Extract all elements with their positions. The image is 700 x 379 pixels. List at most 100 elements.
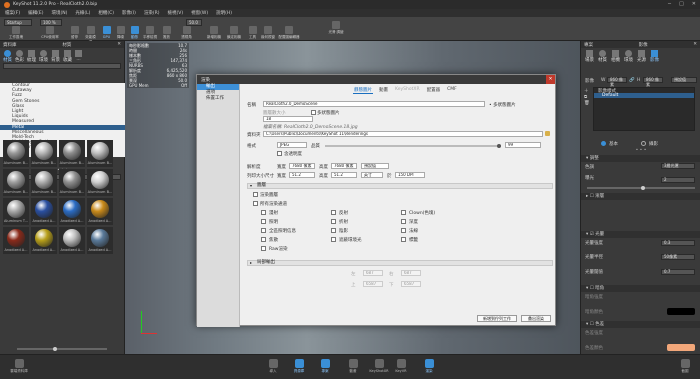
region-bottom-input[interactable]: 6587 bbox=[401, 281, 421, 287]
pass-checkbox[interactable] bbox=[311, 110, 316, 115]
image-height-input[interactable]: 860 像素 bbox=[643, 77, 663, 86]
lock-camera-button[interactable]: 鎖定相機 bbox=[226, 26, 242, 40]
material-thumbnail[interactable]: Anodized A... bbox=[87, 227, 113, 254]
add-to-queue-button[interactable]: 新增到佇列工作 bbox=[477, 315, 517, 322]
gpu-button[interactable]: GPU bbox=[100, 26, 113, 39]
pass-checkbox[interactable] bbox=[331, 210, 336, 215]
tab-more[interactable]: ... bbox=[75, 50, 82, 62]
tab-keyshotxr[interactable]: KeyShotXR bbox=[394, 87, 421, 94]
material-thumbnail[interactable]: Aluminum T... bbox=[3, 198, 29, 225]
folder-browse-icon[interactable] bbox=[545, 131, 550, 136]
material-thumbnail[interactable]: Anodized A... bbox=[59, 198, 85, 225]
pause-button[interactable]: 暫停 bbox=[68, 26, 81, 40]
mode-photo-radio[interactable] bbox=[641, 141, 646, 146]
dialog-close-button[interactable]: ✕ bbox=[546, 75, 555, 84]
menu-edit[interactable]: 編輯(E) bbox=[28, 10, 43, 16]
section-vignette[interactable]: ▾ ☐ 暗角 bbox=[581, 285, 700, 292]
menu-view[interactable]: 檢視(V) bbox=[168, 10, 184, 16]
unit-select[interactable]: 英寸 bbox=[361, 172, 383, 178]
keyshotxr-button[interactable]: KeyShotXR bbox=[368, 359, 390, 373]
pass-checkbox[interactable] bbox=[331, 237, 336, 242]
menu-lighting[interactable]: 光線(L) bbox=[75, 10, 90, 16]
smooth-button[interactable]: 光滑 調變 bbox=[328, 21, 344, 35]
tab-image[interactable]: 影像 bbox=[650, 50, 659, 63]
menu-render[interactable]: 渲染(R) bbox=[144, 10, 160, 16]
import-button[interactable]: 導入 bbox=[264, 359, 282, 374]
resolution-preset-select[interactable]: 預設值 bbox=[361, 163, 389, 169]
tools-button[interactable]: 工具 bbox=[246, 26, 259, 40]
dpi-select[interactable]: 150 DPI bbox=[395, 172, 425, 178]
add-camera-button[interactable]: 新增相機 bbox=[206, 26, 222, 40]
render-submit-button[interactable]: 彙出渲染 bbox=[521, 315, 551, 322]
tab-scene[interactable]: 場景 bbox=[585, 50, 594, 63]
pass-checkbox[interactable] bbox=[401, 210, 406, 215]
menu-image[interactable]: 影像(I) bbox=[122, 10, 136, 16]
pass-checkbox[interactable] bbox=[261, 246, 266, 251]
region-top-input[interactable]: 6587 bbox=[363, 281, 383, 287]
material-thumbnail[interactable]: Aluminum B... bbox=[31, 169, 57, 196]
bloom-intensity-input[interactable]: 0.3 bbox=[661, 240, 695, 246]
print-width-input[interactable]: 51.2 bbox=[289, 172, 315, 178]
material-thumbnail[interactable]: Anodized A... bbox=[31, 198, 57, 225]
tab-configurator[interactable]: 配置器 bbox=[426, 87, 442, 94]
project-button[interactable]: 專案 bbox=[316, 359, 334, 374]
close-window-icon[interactable]: ✕ bbox=[692, 1, 696, 7]
cpu-usage-button[interactable]: CPU使用率 bbox=[38, 26, 62, 40]
tab-environments[interactable]: 環境 bbox=[39, 50, 48, 63]
library-button[interactable]: 資源庫 bbox=[290, 359, 308, 374]
section-adjust[interactable]: ▾ 調整 bbox=[581, 155, 700, 162]
link-icon[interactable]: 🔗 bbox=[629, 78, 635, 83]
render-width-input[interactable]: 7680 像素 bbox=[289, 163, 315, 169]
pan-button[interactable]: 平移檢視 bbox=[142, 26, 158, 40]
tumble-button[interactable]: 動態 bbox=[128, 26, 141, 40]
mode-basic-radio[interactable] bbox=[601, 141, 606, 146]
region-right-input[interactable]: 687 bbox=[401, 270, 421, 276]
material-thumbnail[interactable]: Aluminum B... bbox=[87, 140, 113, 167]
maximize-icon[interactable]: □ bbox=[679, 1, 684, 7]
name-input[interactable]: RealCloth2.0_DemoScene bbox=[263, 101, 485, 107]
pass-checkbox[interactable] bbox=[261, 219, 266, 224]
render-button[interactable]: 渲染 bbox=[420, 359, 438, 374]
tab-materials[interactable]: 材質 bbox=[3, 50, 12, 63]
menu-help[interactable]: 說明(H) bbox=[216, 10, 232, 16]
quality-slider[interactable] bbox=[325, 144, 501, 148]
menu-window[interactable]: 視窗(W) bbox=[191, 10, 208, 16]
geometry-view-button[interactable]: 幾何視窗 bbox=[260, 26, 276, 40]
material-thumbnail[interactable]: Anodized A... bbox=[59, 227, 85, 254]
material-thumbnail[interactable]: Anodized A... bbox=[87, 198, 113, 225]
quality-input[interactable]: 99 bbox=[505, 142, 541, 148]
all-passes-checkbox[interactable] bbox=[253, 201, 258, 206]
configurator-editor-button[interactable]: 配置圖編輯器 bbox=[278, 26, 300, 40]
material-thumbnail[interactable]: Anodized A... bbox=[3, 227, 29, 254]
image-preset-select[interactable]: 預設值 bbox=[671, 77, 697, 83]
screenshot-button[interactable]: 截圖 bbox=[676, 359, 694, 374]
render-height-input[interactable]: 7680 像素 bbox=[331, 163, 357, 169]
exposure-input[interactable]: 2 bbox=[661, 177, 695, 183]
workspace-button[interactable]: 工作區塊 bbox=[4, 26, 28, 40]
library-search-input[interactable] bbox=[3, 63, 121, 69]
keyvr-button[interactable]: KeyVR bbox=[392, 359, 410, 373]
section-chromatic[interactable]: ▾ ☐ 色差 bbox=[581, 321, 700, 328]
section-gradient[interactable]: ▸ ☐ 漸層 bbox=[581, 193, 700, 200]
pass-checkbox[interactable] bbox=[331, 219, 336, 224]
tab-cmf[interactable]: CMF bbox=[446, 87, 458, 94]
tab-textures[interactable]: 紋理 bbox=[27, 50, 36, 63]
animation-button[interactable]: 動畫 bbox=[344, 359, 362, 374]
vignette-color-swatch[interactable] bbox=[667, 308, 695, 315]
name-suffix-select[interactable]: • 多狀態圖片 bbox=[489, 102, 516, 108]
section-layers[interactable]: ▾ 圖層 bbox=[247, 183, 553, 189]
menu-file[interactable]: 檔案(F) bbox=[5, 10, 20, 16]
panel-close-icon[interactable]: ✕ bbox=[117, 42, 121, 47]
material-thumbnail[interactable]: Anodized A... bbox=[31, 227, 57, 254]
format-select[interactable]: JPEG bbox=[277, 142, 307, 148]
material-thumbnail[interactable]: Aluminum B... bbox=[59, 169, 85, 196]
folder-input[interactable]: C:\Users\Public\Documents\KeyShot 11\Ren… bbox=[263, 131, 543, 137]
cloud-library-button[interactable]: 雲端資料庫 bbox=[4, 359, 34, 374]
menu-environment[interactable]: 環境(N) bbox=[51, 10, 67, 16]
tab-colors[interactable]: 色彩 bbox=[15, 50, 24, 63]
section-bloom[interactable]: ▾ ☑ 光暈 bbox=[581, 231, 700, 238]
pass-checkbox[interactable] bbox=[331, 228, 336, 233]
tab-favorites[interactable]: 收藏 bbox=[63, 50, 72, 63]
denoise-button[interactable]: 降噪 bbox=[114, 26, 127, 40]
material-thumbnail[interactable]: Aluminum B... bbox=[3, 140, 29, 167]
